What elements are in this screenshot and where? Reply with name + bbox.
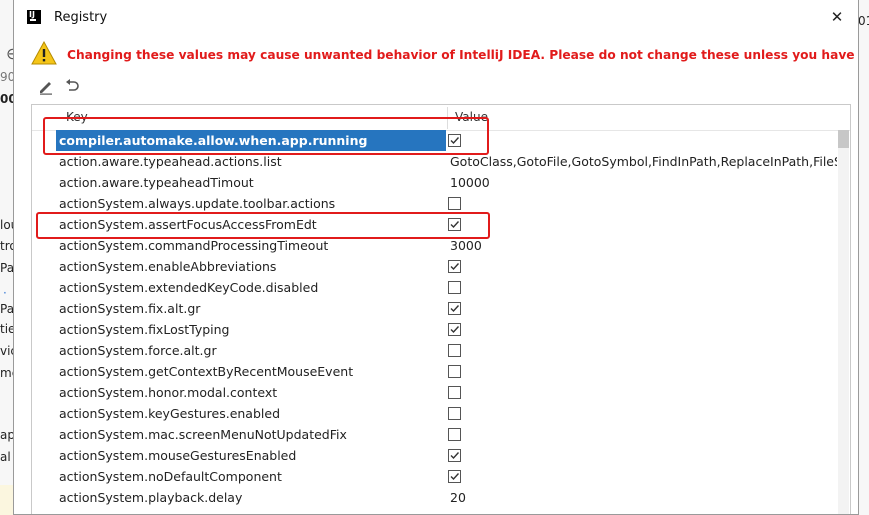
undo-icon[interactable] bbox=[62, 76, 82, 96]
highlight-box bbox=[43, 117, 489, 155]
registry-value[interactable]: 3000 bbox=[448, 235, 837, 256]
title-bar: IJ Registry ✕ bbox=[14, 0, 858, 36]
close-icon[interactable]: ✕ bbox=[826, 6, 848, 28]
registry-key[interactable]: actionSystem.mac.screenMenuNotUpdatedFix bbox=[56, 424, 446, 445]
registry-key[interactable]: actionSystem.noDefaultComponent bbox=[56, 466, 446, 487]
registry-key[interactable]: actionSystem.getContextByRecentMouseEven… bbox=[56, 361, 446, 382]
value-checkbox[interactable] bbox=[448, 365, 461, 378]
registry-key[interactable]: action.aware.typeaheadTimout bbox=[56, 172, 446, 193]
value-checkbox[interactable] bbox=[448, 428, 461, 441]
registry-key[interactable]: actionSystem.always.update.toolbar.actio… bbox=[56, 193, 446, 214]
table-row[interactable]: actionSystem.enableAbbreviations bbox=[32, 256, 837, 277]
registry-key[interactable]: actionSystem.playback.delay bbox=[56, 487, 446, 508]
table-row[interactable]: actionSystem.getContextByRecentMouseEven… bbox=[32, 361, 837, 382]
table-row[interactable]: actionSystem.keyGestures.enabled bbox=[32, 403, 837, 424]
table-row[interactable]: actionSystem.always.update.toolbar.actio… bbox=[32, 193, 837, 214]
registry-key[interactable]: actionSystem.extendedKeyCode.disabled bbox=[56, 277, 446, 298]
warning-message: Changing these values may cause unwanted… bbox=[67, 48, 859, 62]
registry-value[interactable]: 10000 bbox=[448, 172, 837, 193]
highlight-box bbox=[36, 212, 490, 239]
table-body: compiler.automake.allow.when.app.running… bbox=[32, 130, 837, 508]
bg-text: al bbox=[0, 450, 11, 464]
value-checkbox[interactable] bbox=[448, 407, 461, 420]
registry-key[interactable]: actionSystem.honor.modal.context bbox=[56, 382, 446, 403]
table-row[interactable]: actionSystem.honor.modal.context bbox=[32, 382, 837, 403]
table-row[interactable]: actionSystem.fix.alt.gr bbox=[32, 298, 837, 319]
registry-value[interactable]: GotoClass,GotoFile,GotoSymbol,FindInPath… bbox=[448, 151, 837, 172]
registry-dialog: IJ Registry ✕ Changing these values may … bbox=[13, 0, 859, 515]
registry-key[interactable]: actionSystem.enableAbbreviations bbox=[56, 256, 446, 277]
registry-key[interactable]: actionSystem.fixLostTyping bbox=[56, 319, 446, 340]
intellij-icon: IJ bbox=[27, 10, 41, 24]
table-row[interactable]: actionSystem.force.alt.gr bbox=[32, 340, 837, 361]
warning-icon bbox=[31, 40, 57, 69]
value-checkbox[interactable] bbox=[448, 344, 461, 357]
dialog-title: Registry bbox=[54, 10, 108, 25]
scrollbar-track[interactable] bbox=[838, 130, 849, 514]
table-row[interactable]: actionSystem.extendedKeyCode.disabled bbox=[32, 277, 837, 298]
registry-key[interactable]: actionSystem.mouseGesturesEnabled bbox=[56, 445, 446, 466]
value-checkbox[interactable] bbox=[448, 386, 461, 399]
value-checkbox[interactable] bbox=[448, 323, 461, 336]
value-checkbox[interactable] bbox=[448, 470, 461, 483]
value-checkbox[interactable] bbox=[448, 197, 461, 210]
registry-key[interactable]: actionSystem.keyGestures.enabled bbox=[56, 403, 446, 424]
scrollbar-thumb[interactable] bbox=[838, 130, 849, 148]
registry-value[interactable]: 20 bbox=[448, 487, 837, 508]
registry-key[interactable]: actionSystem.fix.alt.gr bbox=[56, 298, 446, 319]
value-checkbox[interactable] bbox=[448, 449, 461, 462]
table-row[interactable]: actionSystem.mouseGesturesEnabled bbox=[32, 445, 837, 466]
table-row[interactable]: actionSystem.fixLostTyping bbox=[32, 319, 837, 340]
bg-text: 01 bbox=[858, 14, 869, 28]
table-row[interactable]: actionSystem.mac.screenMenuNotUpdatedFix bbox=[32, 424, 837, 445]
table-row[interactable]: actionSystem.noDefaultComponent bbox=[32, 466, 837, 487]
value-checkbox[interactable] bbox=[448, 281, 461, 294]
pencil-icon[interactable] bbox=[37, 76, 57, 96]
registry-table: Key Value compiler.automake.allow.when.a… bbox=[31, 104, 851, 514]
value-checkbox[interactable] bbox=[448, 302, 461, 315]
table-row[interactable]: action.aware.typeaheadTimout 10000 bbox=[32, 172, 837, 193]
bg-marker: · bbox=[3, 286, 7, 300]
value-checkbox[interactable] bbox=[448, 260, 461, 273]
table-row[interactable]: actionSystem.playback.delay 20 bbox=[32, 487, 837, 508]
registry-key[interactable]: actionSystem.force.alt.gr bbox=[56, 340, 446, 361]
